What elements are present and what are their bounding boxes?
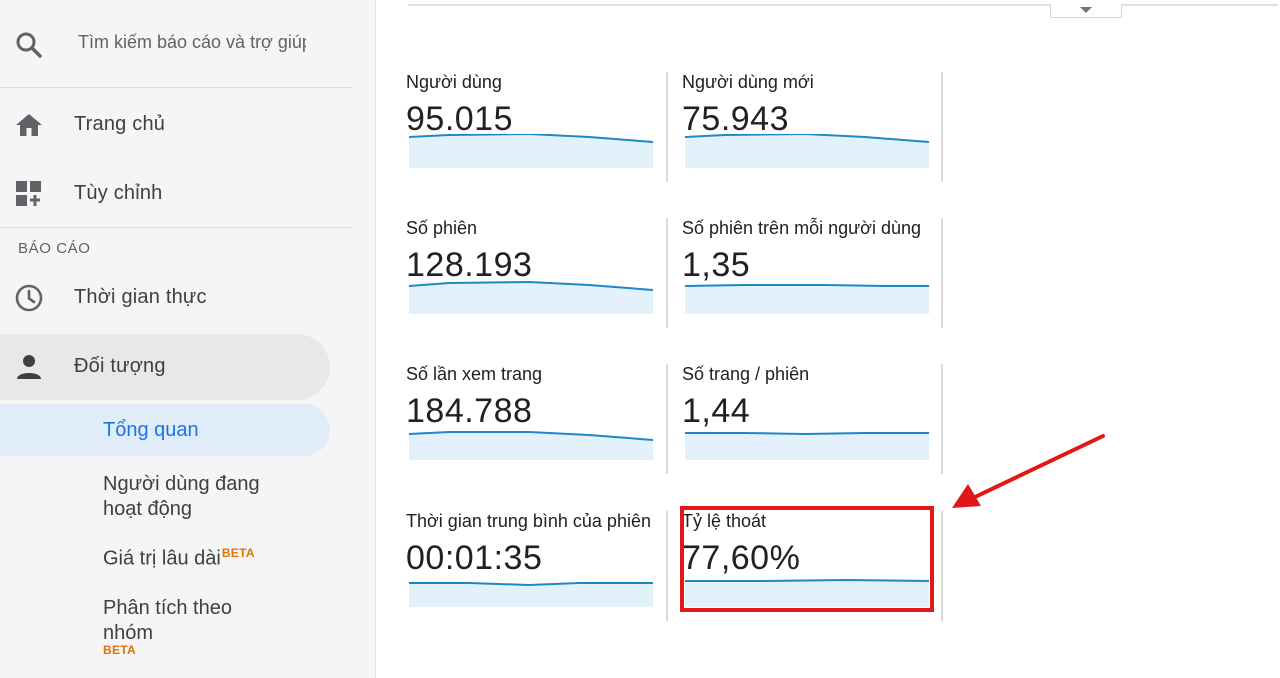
sidebar-item-realtime[interactable]: Thời gian thực: [0, 268, 352, 328]
card-separator: [666, 218, 668, 328]
search-icon[interactable]: [14, 30, 44, 60]
metric-card-sessions-per-user[interactable]: Số phiên trên mỗi người dùng 1,35: [682, 218, 942, 328]
metric-label: Số trang / phiên: [682, 364, 810, 384]
metric-card-pages-per-session[interactable]: Số trang / phiên 1,44: [682, 364, 942, 474]
card-separator: [941, 511, 943, 621]
sparkline: [409, 134, 653, 168]
highlight-box: [680, 506, 934, 612]
sidebar-item-label: Thời gian thực: [74, 286, 207, 308]
sparkline: [409, 280, 653, 314]
sparkline: [685, 134, 929, 168]
sidebar-subitem-lifetime-value[interactable]: Giá trị lâu dàiBETA: [0, 539, 330, 572]
sidebar-subitem-label-wrap: Giá trị lâu dàiBETA: [103, 541, 323, 572]
metric-card-sessions[interactable]: Số phiên 128.193: [406, 218, 666, 328]
card-separator: [666, 364, 668, 474]
sparkline: [409, 431, 653, 460]
expand-toggle[interactable]: [1050, 4, 1122, 18]
metric-card-avg-session-duration[interactable]: Thời gian trung bình của phiên 00:01:35: [406, 511, 666, 621]
metric-label: Số lần xem trang: [406, 364, 543, 384]
sidebar: Tìm kiếm báo cáo và trợ giúp Trang chủ T…: [0, 0, 376, 678]
divider: [0, 227, 352, 228]
metric-label: Người dùng: [406, 72, 502, 92]
sidebar-subitem-cohort-analysis[interactable]: Phân tích theo nhóm BETA: [0, 596, 330, 660]
sidebar-subitem-overview[interactable]: Tổng quan: [0, 404, 330, 456]
caret-down-icon: [1080, 7, 1092, 13]
search-input[interactable]: Tìm kiếm báo cáo và trợ giúp: [78, 32, 306, 53]
sparkline: [685, 432, 929, 460]
sidebar-subitem-active-users[interactable]: Người dùng đang hoạt động: [0, 472, 330, 524]
person-icon: [14, 352, 44, 382]
dashboard-add-icon: [14, 179, 44, 209]
metric-label: Người dùng mới: [682, 72, 814, 92]
sidebar-subitem-label: Giá trị lâu dài: [103, 547, 221, 570]
section-title-reports: BÁO CÁO: [18, 240, 91, 257]
sidebar-subitem-label: Người dùng đang hoạt động: [103, 473, 260, 520]
card-separator: [941, 72, 943, 182]
sidebar-item-label: Đối tượng: [74, 355, 166, 377]
sparkline: [685, 284, 929, 314]
sparkline: [409, 582, 653, 607]
metric-card-new-users[interactable]: Người dùng mới 75.943: [682, 72, 942, 182]
sidebar-item-customize[interactable]: Tùy chỉnh: [0, 164, 352, 224]
clock-icon: [14, 283, 44, 313]
sidebar-subitem-label: Phân tích theo nhóm: [103, 597, 232, 644]
sidebar-item-audience[interactable]: Đối tượng: [0, 334, 330, 400]
metric-label: Thời gian trung bình của phiên: [406, 511, 651, 531]
sidebar-item-label: Trang chủ: [74, 113, 166, 135]
beta-badge: BETA: [221, 546, 255, 560]
sidebar-item-label: Tùy chỉnh: [74, 182, 163, 204]
metric-card-pageviews[interactable]: Số lần xem trang 184.788: [406, 364, 666, 474]
search-row[interactable]: Tìm kiếm báo cáo và trợ giúp: [0, 0, 352, 88]
sidebar-item-home[interactable]: Trang chủ: [0, 95, 352, 155]
card-separator: [666, 511, 668, 621]
card-separator: [941, 218, 943, 328]
card-separator: [666, 72, 668, 182]
card-separator: [941, 364, 943, 474]
metric-label: Số phiên: [406, 218, 478, 238]
beta-badge: BETA: [103, 643, 136, 657]
metric-label: Số phiên trên mỗi người dùng: [682, 218, 922, 238]
metric-card-users[interactable]: Người dùng 95.015: [406, 72, 666, 182]
top-divider: [408, 4, 1278, 6]
sidebar-subitem-label: Tổng quan: [103, 419, 199, 441]
home-icon: [14, 110, 44, 140]
